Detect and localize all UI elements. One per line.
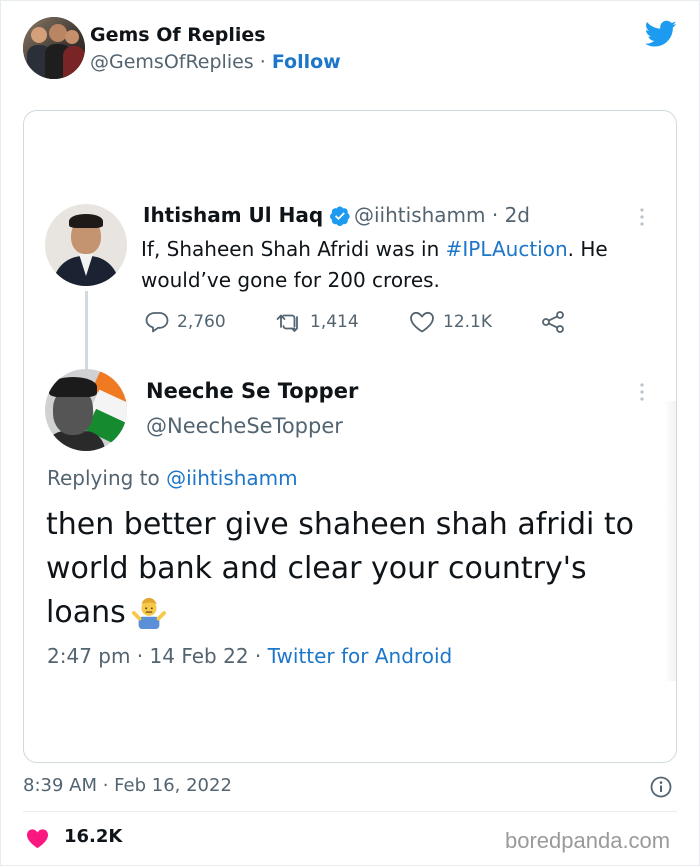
embed-like-count[interactable]: 16.2K — [64, 826, 122, 847]
heart-outline-icon — [410, 311, 434, 333]
heart-filled-icon[interactable] — [26, 828, 49, 849]
reply-time-date: 2:47 pm · 14 Feb 22 · — [47, 644, 268, 668]
like-action: 12.1K — [409, 309, 492, 335]
replying-mention: @iihtishamm — [166, 466, 298, 490]
like-count: 12.1K — [443, 312, 492, 332]
reply-count: 2,760 — [177, 312, 226, 332]
original-handle-and-age: @iihtishamm · 2d — [354, 203, 530, 227]
thread-connector-line — [85, 291, 88, 369]
retweet-icon — [276, 314, 298, 332]
info-icon[interactable] — [650, 776, 672, 798]
hashtag-link: #IPLAuction — [445, 237, 568, 261]
screenshot-edge-shadow — [664, 401, 676, 681]
reply-source-app: Twitter for Android — [267, 644, 453, 668]
reply-author-handle: @NeecheSeTopper — [146, 414, 343, 438]
reply-author-name: Neeche Se Topper — [146, 379, 359, 403]
original-author-avatar — [45, 204, 127, 286]
man-shrugging-emoji-icon — [131, 597, 166, 630]
account-avatar[interactable] — [23, 17, 85, 79]
original-author-name: Ihtisham Ul Haq — [143, 203, 324, 227]
reply-author-avatar — [45, 369, 127, 451]
more-vertical-icon — [640, 383, 644, 401]
account-name[interactable]: Gems Of Replies — [90, 24, 266, 46]
account-handle[interactable]: @GemsOfReplies — [90, 51, 254, 73]
embed-timestamp[interactable]: 8:39 AM · Feb 16, 2022 — [23, 775, 232, 796]
embed-header: Gems Of Replies @GemsOfReplies · Follow — [23, 17, 683, 81]
reply-icon — [145, 312, 169, 333]
more-vertical-icon — [640, 208, 644, 226]
tweet-screenshot-card[interactable]: Ihtisham Ul Haq @iihtishamm · 2d If, Sha… — [23, 110, 677, 763]
boredpanda-watermark: boredpanda.com — [505, 828, 671, 853]
follow-button[interactable]: Follow — [272, 51, 341, 73]
twitter-bird-icon[interactable] — [645, 20, 677, 48]
retweet-action: 1,414 — [276, 309, 359, 335]
share-icon — [542, 311, 564, 333]
reply-tweet-text: then better give shaheen shah afridi to … — [46, 507, 634, 630]
reply-meta-line: 2:47 pm · 14 Feb 22 · Twitter for Androi… — [47, 644, 452, 668]
share-action — [541, 309, 575, 335]
reply-action: 2,760 — [145, 309, 226, 335]
account-handle-line: @GemsOfReplies · Follow — [90, 51, 341, 73]
separator: · — [253, 51, 272, 73]
retweet-count: 1,414 — [310, 312, 359, 332]
replying-to-line: Replying to @iihtishamm — [47, 466, 298, 490]
verified-badge-icon — [330, 206, 350, 226]
footer-divider — [23, 811, 677, 812]
original-tweet-text: If, Shaheen Shah Afridi was in #IPLAucti… — [141, 237, 608, 292]
